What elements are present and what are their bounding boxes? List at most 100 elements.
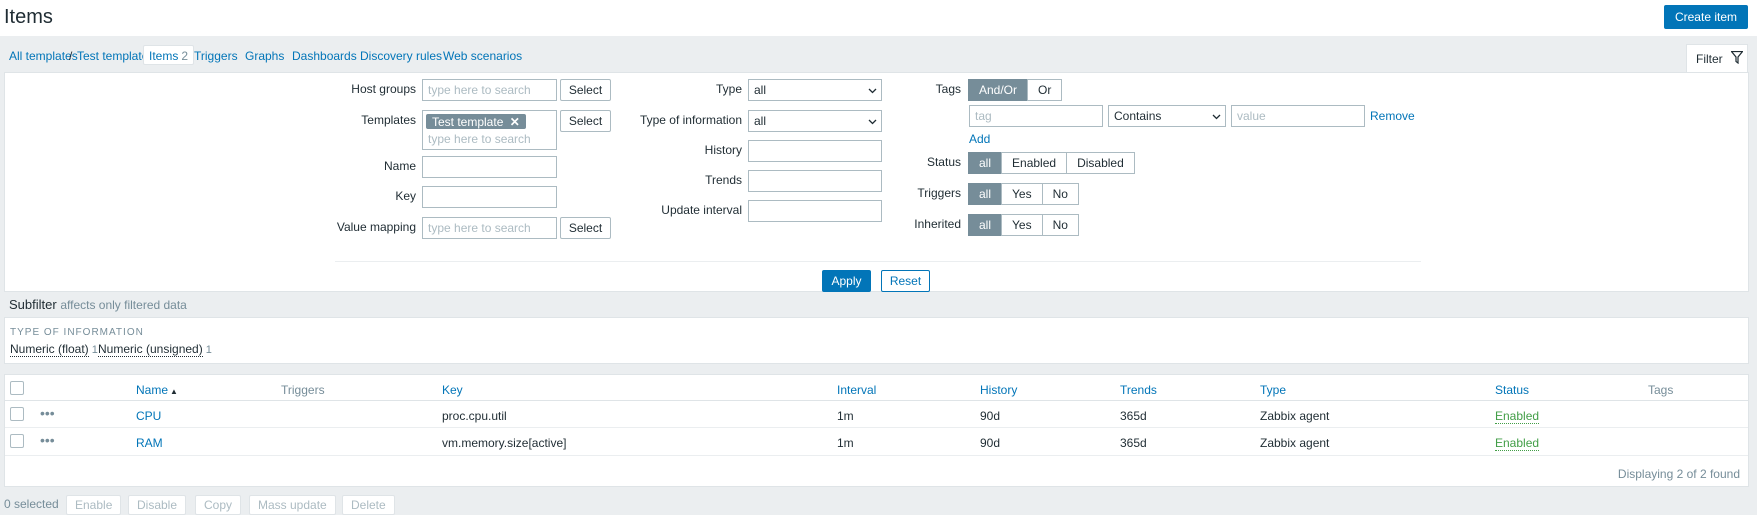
status-label: Status	[926, 155, 961, 169]
triggers-toggle[interactable]: all Yes No	[968, 183, 1079, 205]
chevron-down-icon	[868, 115, 877, 129]
tags-or-option[interactable]: Or	[1027, 79, 1063, 101]
more-actions-icon[interactable]: •••	[40, 405, 55, 421]
copy-button[interactable]: Copy	[195, 495, 242, 515]
status-toggle[interactable]: all Enabled Disabled	[968, 152, 1135, 174]
tag-value-input[interactable]: value	[1231, 105, 1365, 127]
templates-placeholder: type here to search	[428, 132, 531, 146]
tab-graphs[interactable]: Graphs	[245, 49, 284, 63]
item-status-toggle[interactable]: Enabled	[1495, 436, 1540, 451]
disable-button[interactable]: Disable	[128, 495, 187, 515]
templates-select-button[interactable]: Select	[560, 110, 611, 132]
triggers-yes-option[interactable]: Yes	[1001, 183, 1043, 205]
host-groups-input[interactable]: type here to search	[422, 79, 557, 101]
filter-tab-label: Filter	[1696, 52, 1723, 66]
table-stats: Displaying 2 of 2 found	[1617, 467, 1740, 481]
trends-input[interactable]	[748, 170, 882, 192]
item-interval: 1m	[837, 436, 854, 450]
mass-update-button[interactable]: Mass update	[249, 495, 336, 515]
status-disabled-option[interactable]: Disabled	[1066, 152, 1135, 174]
chevron-down-icon	[868, 84, 877, 98]
inherited-toggle[interactable]: all Yes No	[968, 214, 1079, 236]
type-of-information-value: all	[754, 114, 767, 128]
apply-button[interactable]: Apply	[822, 270, 871, 292]
tab-items-count: 2	[181, 49, 189, 63]
triggers-all-option[interactable]: all	[968, 183, 1003, 205]
tag-name-input[interactable]: tag	[969, 105, 1103, 127]
tag-remove-link[interactable]: Remove	[1370, 109, 1415, 123]
templates-label: Templates	[361, 113, 416, 127]
triggers-no-option[interactable]: No	[1041, 183, 1079, 205]
update-interval-label: Update interval	[661, 203, 742, 217]
type-select-value: all	[754, 83, 767, 97]
row-checkbox[interactable]	[10, 434, 24, 448]
tags-label: Tags	[935, 82, 961, 96]
item-name-link[interactable]: CPU	[136, 409, 161, 423]
trends-label: Trends	[705, 173, 742, 187]
item-name-link[interactable]: RAM	[136, 436, 163, 450]
tab-web-scenarios[interactable]: Web scenarios	[443, 49, 522, 63]
column-key[interactable]: Key	[442, 383, 463, 397]
status-enabled-option[interactable]: Enabled	[1001, 152, 1068, 174]
host-groups-select-button[interactable]: Select	[560, 79, 611, 101]
column-status[interactable]: Status	[1495, 383, 1529, 397]
tags-evaltype-toggle[interactable]: And/Or Or	[968, 79, 1063, 101]
name-input[interactable]	[422, 156, 557, 178]
type-of-information-select[interactable]: all	[748, 110, 882, 132]
close-icon[interactable]: ✕	[510, 115, 520, 129]
items-table: Name ▲ Triggers Key Interval History Tren…	[4, 374, 1749, 487]
breadcrumb-separator: /	[69, 49, 73, 63]
update-interval-input[interactable]	[748, 200, 882, 222]
status-all-option[interactable]: all	[968, 152, 1003, 174]
key-input[interactable]	[422, 186, 557, 208]
inherited-yes-option[interactable]: Yes	[1001, 214, 1043, 236]
column-interval[interactable]: Interval	[837, 383, 876, 397]
breadcrumb: All templates / Test template Items 2 Tri…	[4, 42, 1749, 68]
tag-operator-value: Contains	[1114, 109, 1162, 123]
breadcrumb-template[interactable]: Test template	[77, 49, 148, 63]
item-interval: 1m	[837, 409, 854, 423]
item-status-toggle[interactable]: Enabled	[1495, 409, 1540, 424]
page-header: Items Create item	[0, 0, 1757, 36]
column-name[interactable]: Name ▲	[136, 383, 178, 397]
row-checkbox[interactable]	[10, 407, 24, 421]
tag-name-placeholder: tag	[975, 109, 992, 123]
template-chip: Test template ✕	[426, 114, 526, 129]
tag-add-link[interactable]: Add	[969, 132, 990, 146]
inherited-label: Inherited	[914, 217, 961, 231]
item-key: vm.memory.size[active]	[442, 436, 567, 450]
subfilter-item[interactable]: Numeric (unsigned) 1	[98, 342, 212, 357]
tab-items[interactable]: Items 2	[143, 45, 195, 65]
tags-andor-option[interactable]: And/Or	[968, 79, 1029, 101]
tab-discovery-rules[interactable]: Discovery rules	[360, 49, 442, 63]
enable-button[interactable]: Enable	[66, 495, 122, 515]
host-groups-placeholder: type here to search	[428, 83, 531, 97]
breadcrumb-all-templates[interactable]: All templates	[9, 49, 78, 63]
column-type[interactable]: Type	[1260, 383, 1286, 397]
tab-dashboards[interactable]: Dashboards	[292, 49, 357, 63]
column-trends[interactable]: Trends	[1120, 383, 1157, 397]
column-history[interactable]: History	[980, 383, 1017, 397]
reset-button[interactable]: Reset	[881, 270, 930, 292]
column-tags: Tags	[1648, 383, 1674, 397]
subfilter-item[interactable]: Numeric (float) 1	[10, 342, 98, 357]
filter-tab[interactable]: Filter	[1686, 44, 1748, 72]
value-mapping-select-button[interactable]: Select	[560, 217, 611, 239]
value-mapping-input[interactable]: type here to search	[422, 217, 557, 239]
item-trends: 365d	[1120, 409, 1147, 423]
more-actions-icon[interactable]: •••	[40, 432, 55, 448]
type-of-information-label: Type of information	[639, 113, 742, 127]
item-type: Zabbix agent	[1260, 409, 1330, 423]
create-item-button[interactable]: Create item	[1663, 5, 1748, 29]
column-triggers: Triggers	[281, 383, 325, 397]
history-input[interactable]	[748, 140, 882, 162]
delete-button[interactable]: Delete	[342, 495, 395, 515]
templates-multiselect[interactable]: Test template ✕ type here to search	[422, 110, 557, 150]
select-all-checkbox[interactable]	[10, 381, 24, 395]
tab-items-label: Items	[149, 49, 179, 63]
tab-triggers[interactable]: Triggers	[194, 49, 238, 63]
inherited-no-option[interactable]: No	[1041, 214, 1079, 236]
tag-operator-select[interactable]: Contains	[1108, 105, 1226, 127]
type-select[interactable]: all	[748, 79, 882, 101]
inherited-all-option[interactable]: all	[968, 214, 1003, 236]
